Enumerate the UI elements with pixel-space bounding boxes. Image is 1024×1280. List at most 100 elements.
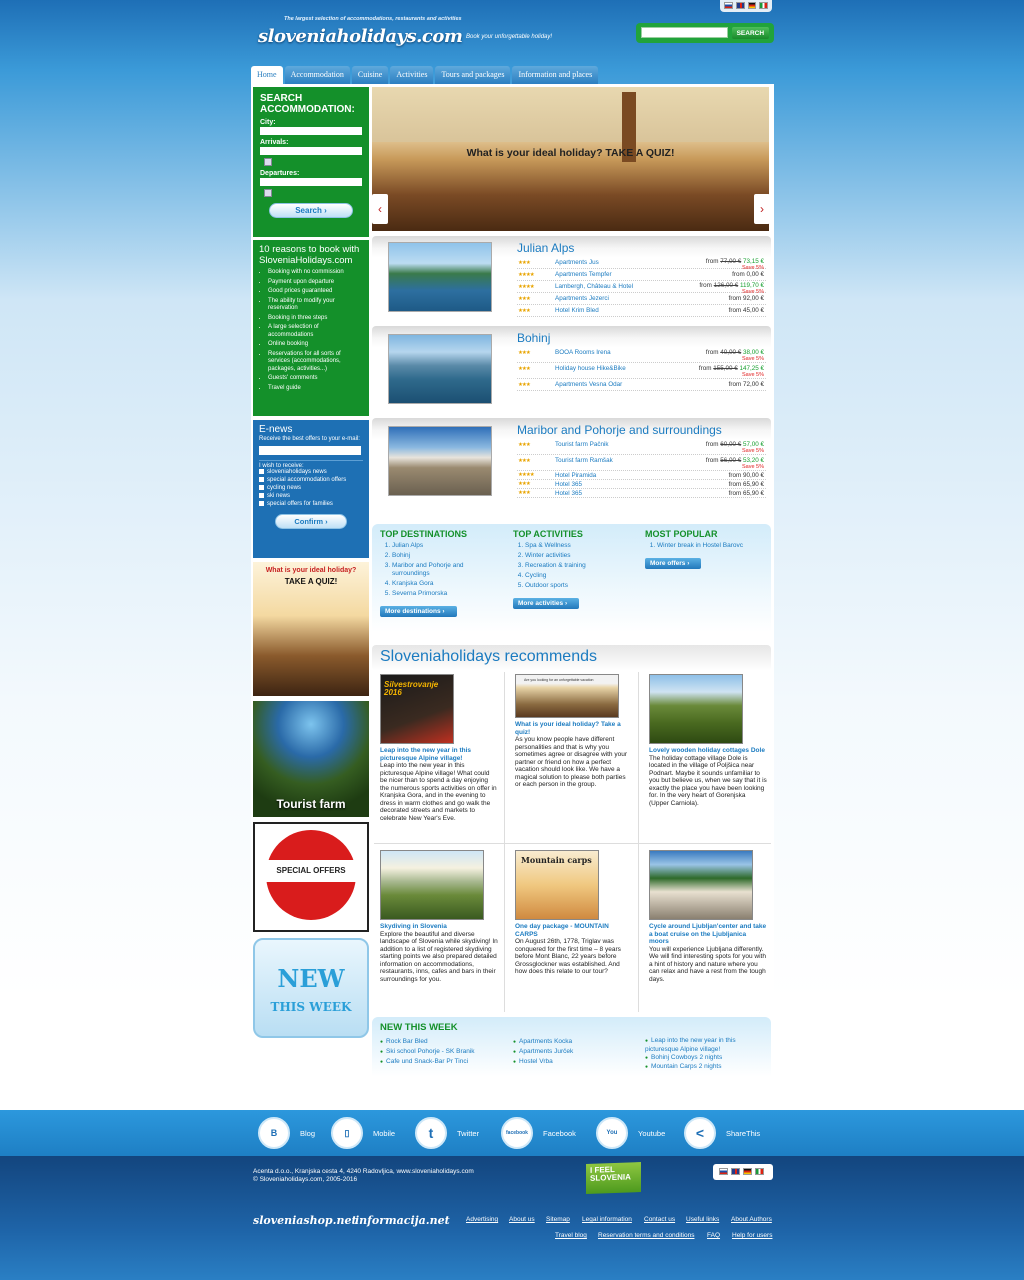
tab-activities[interactable]: Activities — [390, 66, 434, 84]
recommend-title[interactable]: Leap into the new year in this picturesq… — [380, 747, 498, 762]
top-search-button[interactable]: SEARCH — [731, 27, 769, 39]
footer-link-contact[interactable]: Contact us — [644, 1216, 675, 1223]
checkbox-item[interactable]: special accommodation offers — [259, 476, 363, 485]
tab-information[interactable]: Information and places — [512, 66, 599, 84]
new-this-week-banner[interactable]: NEW THIS WEEK — [253, 938, 369, 1038]
recommend-card[interactable]: Lovely wooden holiday cottages Dole The … — [649, 674, 767, 807]
special-offers-banner[interactable]: SPECIAL OFFERS — [253, 822, 369, 932]
checkbox-item[interactable]: cycling news — [259, 484, 363, 493]
social-facebook[interactable]: facebook Facebook — [501, 1116, 576, 1150]
tab-tours[interactable]: Tours and packages — [435, 66, 511, 84]
footer-link-faq[interactable]: FAQ — [707, 1232, 720, 1239]
more-offers-button[interactable]: More offers › — [645, 558, 702, 569]
destination-image[interactable] — [388, 242, 492, 312]
flag-si-icon[interactable] — [719, 1168, 728, 1175]
more-activities-button[interactable]: More activities › — [513, 598, 580, 609]
confirm-button[interactable]: Confirm › — [275, 514, 347, 530]
hotel-link[interactable]: Hotel Piramida — [555, 471, 596, 480]
list-item[interactable]: Hostel Vrba — [519, 1058, 553, 1065]
recommend-card[interactable]: Skydiving in Slovenia Explore the beauti… — [380, 850, 498, 983]
footer-link-legal[interactable]: Legal information — [582, 1216, 632, 1223]
quiz-banner[interactable]: What is your ideal holiday? TAKE A QUIZ! — [253, 562, 369, 696]
list-item[interactable]: Outdoor sports — [525, 582, 568, 589]
more-destinations-button[interactable]: More destinations › — [380, 606, 457, 617]
tourist-farm-banner[interactable]: Tourist farm — [253, 701, 369, 817]
flag-en-icon[interactable] — [731, 1168, 740, 1175]
hotel-link[interactable]: Tourist farm Pačnik — [555, 439, 609, 451]
destination-title[interactable]: Julian Alps — [517, 241, 574, 255]
flag-de-icon[interactable] — [747, 2, 757, 9]
hotel-link[interactable]: BOOA Rooms Irena — [555, 347, 611, 359]
departures-input[interactable] — [260, 178, 362, 186]
hotel-link[interactable]: Apartments Vesna Odar — [555, 379, 622, 391]
tab-accommodation[interactable]: Accommodation — [284, 66, 350, 84]
top-search-input[interactable] — [641, 27, 728, 38]
recommend-card[interactable]: Mountain carps One day package - MOUNTAI… — [515, 850, 633, 976]
recommend-title[interactable]: One day package - MOUNTAIN CARPS — [515, 923, 633, 938]
footer-link-reservation-terms[interactable]: Reservation terms and conditions — [598, 1232, 694, 1239]
list-item[interactable]: Spa & Wellness — [525, 542, 571, 549]
list-item[interactable]: Ski school Pohorje - SK Branik — [386, 1048, 475, 1055]
hotel-link[interactable]: Hotel Krim Bled — [555, 305, 599, 317]
i-feel-slovenia-logo[interactable]: I FEEL SLOVENIA — [586, 1162, 641, 1194]
social-youtube[interactable]: You Youtube — [596, 1116, 665, 1150]
footer-link-sitemap[interactable]: Sitemap — [546, 1216, 570, 1223]
recommend-title[interactable]: Lovely wooden holiday cottages Dole — [649, 747, 767, 755]
footer-link-advertising[interactable]: Advertising — [466, 1216, 498, 1223]
list-item[interactable]: Kranjska Gora — [392, 580, 434, 587]
list-item[interactable]: Bohinj Cowboys 2 nights — [651, 1054, 722, 1061]
arrivals-input[interactable] — [260, 147, 362, 155]
list-item[interactable]: Apartments Jurček — [519, 1048, 573, 1055]
destination-image[interactable] — [388, 334, 492, 404]
footer-link-travel-blog[interactable]: Travel blog — [555, 1232, 587, 1239]
site-logo[interactable]: The largest selection of accommodations,… — [256, 14, 576, 56]
hotel-link[interactable]: Tourist farm Ramšak — [555, 455, 613, 467]
informacija-logo[interactable]: informacija.net — [355, 1214, 450, 1227]
email-field[interactable] — [259, 446, 361, 455]
slider-next-icon[interactable]: › — [754, 194, 770, 224]
destination-title[interactable]: Bohinj — [517, 331, 550, 345]
list-item[interactable]: Leap into the new year in this picturesq… — [645, 1037, 736, 1053]
hotel-link[interactable]: Hotel 365 — [555, 489, 582, 498]
sloveniashop-logo[interactable]: sloveniashop.net — [253, 1214, 357, 1227]
footer-link-help[interactable]: Help for users — [732, 1232, 772, 1239]
social-twitter[interactable]: t Twitter — [415, 1116, 479, 1150]
footer-link-authors[interactable]: About Authors — [731, 1216, 772, 1223]
flag-en-icon[interactable] — [735, 2, 745, 9]
search-button[interactable]: Search › — [269, 203, 353, 218]
flag-si-icon[interactable] — [724, 2, 733, 9]
list-item[interactable]: Julian Alps — [392, 542, 423, 549]
list-item[interactable]: Apartments Kocka — [519, 1038, 572, 1045]
footer-link-about[interactable]: About us — [509, 1216, 535, 1223]
recommend-title[interactable]: What is your ideal holiday? Take a quiz! — [515, 721, 633, 736]
social-sharethis[interactable]: < ShareThis — [684, 1116, 760, 1150]
hotel-link[interactable]: Lambergh, Château & Hotel — [555, 281, 633, 293]
flag-it-icon[interactable] — [755, 1168, 764, 1175]
slider-prev-icon[interactable]: ‹ — [372, 194, 388, 224]
list-item[interactable]: Cafe und Snack-Bar Pr Tinci — [386, 1058, 468, 1065]
hotel-link[interactable]: Apartments Jus — [555, 257, 599, 269]
list-item[interactable]: Cycling — [525, 572, 546, 579]
tab-cuisine[interactable]: Cuisine — [351, 66, 389, 84]
hotel-link[interactable]: Apartments Jezerci — [555, 293, 609, 305]
hotel-link[interactable]: Hotel 365 — [555, 480, 582, 489]
list-item[interactable]: Severna Primorska — [392, 590, 447, 597]
list-item[interactable]: Maribor and Pohorje and surroundings — [392, 562, 464, 577]
hotel-link[interactable]: Holiday house Hike&Bike — [555, 363, 626, 375]
recommend-card[interactable]: Silvestrovanje 2016 Leap into the new ye… — [380, 674, 498, 822]
checkbox-item[interactable]: special offers for families — [259, 500, 363, 509]
list-item[interactable]: Bohinj — [392, 552, 410, 559]
checkbox-item[interactable]: ski news — [259, 492, 363, 501]
list-item[interactable]: Winter break in Hostel Barovc — [657, 542, 743, 549]
list-item[interactable]: Winter activities — [525, 552, 571, 559]
hero-slider[interactable]: What is your ideal holiday? TAKE A QUIZ! — [372, 87, 769, 231]
flag-de-icon[interactable] — [743, 1168, 752, 1175]
departures-calendar-icon[interactable] — [264, 189, 272, 197]
recommend-card[interactable]: Are you looking for an unforgettable vac… — [515, 674, 633, 789]
city-input[interactable] — [260, 127, 362, 135]
footer-link-useful[interactable]: Useful links — [686, 1216, 719, 1223]
tab-home[interactable]: Home — [251, 66, 283, 84]
hotel-link[interactable]: Apartments Tempfer — [555, 269, 612, 281]
recommend-title[interactable]: Cycle around Ljubljan'center and take a … — [649, 923, 767, 946]
recommend-card[interactable]: Cycle around Ljubljan'center and take a … — [649, 850, 767, 983]
